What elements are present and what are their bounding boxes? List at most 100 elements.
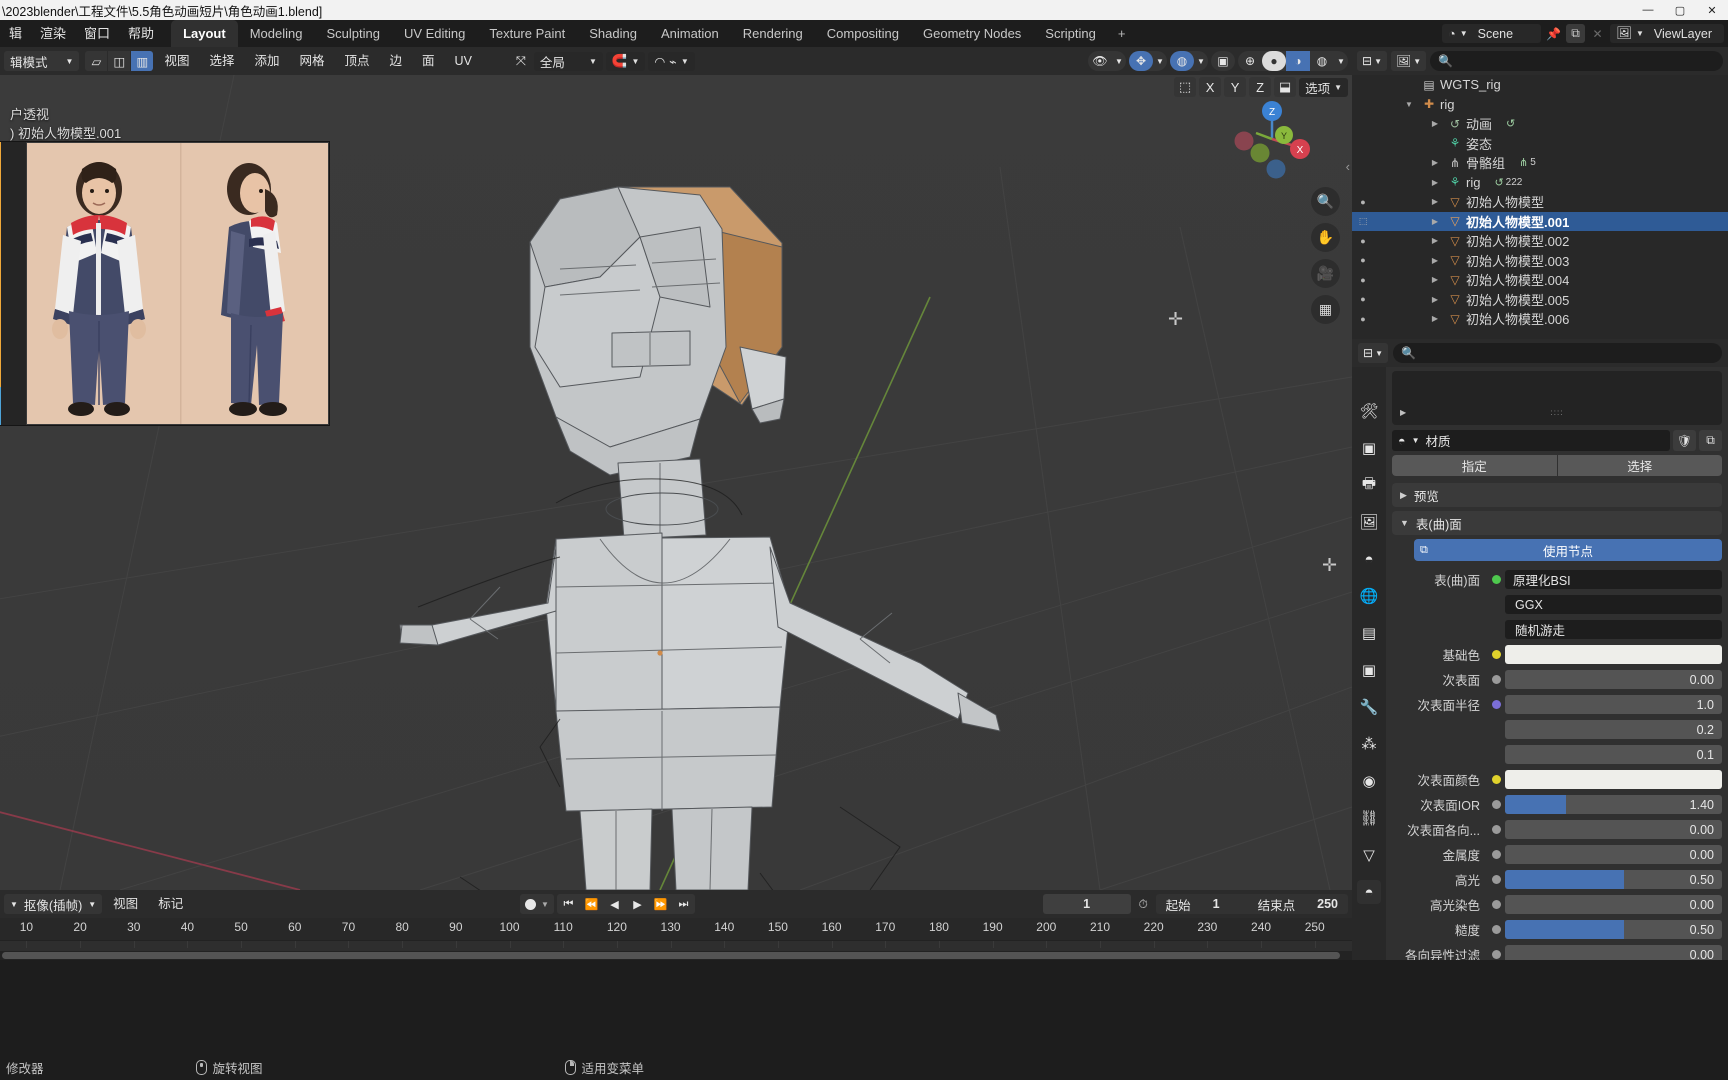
disclosure-triangle-icon[interactable]: ▶	[1426, 158, 1444, 167]
timeline-editor[interactable]: ▼ 抠像(插帧) ▼ 视图 标记 ▼ ⏮ ⏪ ◀ ▶ ⏩ ⏭ 1 ⏱ 起始 1 …	[0, 890, 1352, 960]
transform-pivot-icon[interactable]: ⤧	[511, 54, 531, 69]
outliner-row[interactable]: ▶ ↺ 动画 ↺	[1352, 114, 1728, 134]
outliner-row[interactable]: ▶ ⋔ 骨骼组 ⋔ 5	[1352, 153, 1728, 173]
render-tab[interactable]: ▣	[1357, 436, 1381, 460]
viewport-mode-selector[interactable]: 辑模式 ▼	[4, 51, 80, 71]
scene-selector[interactable]: ◔ ▼ Scene	[1442, 24, 1542, 43]
overlays-icon[interactable]: ◍	[1170, 51, 1194, 71]
preview-panel-header[interactable]: ▶ 预览	[1392, 483, 1722, 507]
timeline-editor-type-selector[interactable]: ▼ 抠像(插帧) ▼	[4, 894, 103, 914]
minimize-button[interactable]: —	[1632, 0, 1664, 20]
axis-x-button[interactable]: X	[1199, 77, 1222, 97]
timeline-horizontal-scrollbar[interactable]	[0, 951, 1352, 960]
physics-tab[interactable]: ◉	[1357, 769, 1381, 793]
workspace-tab-modeling[interactable]: Modeling	[238, 20, 315, 47]
pin-scene-icon[interactable]: 📌	[1544, 24, 1563, 43]
viewport-menu-uv[interactable]: UV	[446, 47, 481, 75]
fake-user-button[interactable]: 🛡	[1673, 430, 1696, 451]
rendered-shading-icon[interactable]: ◍	[1310, 51, 1334, 71]
properties-editor[interactable]: ⊟ ▼ 🔍 🛠 ▣ 🖶 🖼 ◓ 🌐 ▤ ▣ 🔧 ⁂ ◉ ⛓ ▽ ◓ ▶ :::: ◓ ▼	[1352, 339, 1728, 960]
workspace-tab-animation[interactable]: Animation	[649, 20, 731, 47]
solid-shading-icon[interactable]: ●	[1262, 51, 1286, 71]
output-tab[interactable]: 🖶	[1357, 473, 1381, 497]
subsurface-method-field[interactable]: 随机游走	[1505, 620, 1722, 639]
outliner-row[interactable]: ● ▶ ▽ 初始人物模型.004	[1352, 270, 1728, 290]
shader-socket-icon[interactable]	[1488, 775, 1505, 784]
disclosure-triangle-icon[interactable]: ▶	[1426, 217, 1444, 226]
select-button[interactable]: 选择	[1557, 455, 1722, 476]
scene-tab[interactable]: ◓	[1357, 547, 1381, 571]
next-keyframe-icon[interactable]: ⏩	[649, 898, 672, 911]
menu-edit[interactable]: 辑	[0, 20, 31, 47]
maximize-button[interactable]: ▢	[1664, 0, 1696, 20]
viewlayer-selector[interactable]: 🖼 ▼ ViewLayer	[1610, 24, 1724, 43]
timeline-menu-marker[interactable]: 标记	[149, 890, 192, 918]
shader-socket-icon[interactable]	[1488, 650, 1505, 659]
color-swatch-field[interactable]	[1505, 770, 1722, 789]
numeric-field[interactable]: 0.50	[1505, 870, 1722, 889]
toggle-orthographic-icon[interactable]: ▦	[1311, 295, 1340, 324]
workspace-tab-rendering[interactable]: Rendering	[731, 20, 815, 47]
wireframe-shading-icon[interactable]: ⊕	[1238, 51, 1262, 71]
xray-icon[interactable]: ▣	[1211, 51, 1235, 71]
jump-to-start-icon[interactable]: ⏮	[557, 898, 580, 911]
disclosure-triangle-icon[interactable]: ▶	[1426, 119, 1444, 128]
shader-socket-icon[interactable]	[1488, 900, 1505, 909]
outliner-editor-type-selector[interactable]: ⊟ ▼	[1357, 51, 1387, 71]
correct-face-attributes-icon[interactable]: ⬓	[1274, 77, 1297, 97]
constraint-tab[interactable]: ⛓	[1357, 806, 1381, 830]
viewport-menu-vertex[interactable]: 顶点	[336, 47, 379, 75]
menu-window[interactable]: 窗口	[75, 20, 119, 47]
material-name-field[interactable]: ◓ ▼ 材质	[1392, 430, 1670, 451]
axis-z-button[interactable]: Z	[1249, 77, 1272, 97]
viewport-sidebar-collapse-arrow[interactable]: ‹	[1346, 159, 1350, 174]
restrict-dot-icon[interactable]: ●	[1352, 236, 1374, 246]
outliner-row[interactable]: ▤ WGTS_rig	[1352, 75, 1728, 95]
numeric-field[interactable]: 0.00	[1505, 945, 1722, 960]
camera-view-icon[interactable]: 🎥	[1311, 259, 1340, 288]
3d-viewport[interactable]: 辑模式 ▼ ▱ ◫ ▥ 视图 选择 添加 网格 顶点 边 面 UV ⤧ 全局 ▼	[0, 47, 1352, 890]
outliner-row[interactable]: ▶ ⚘ rig ↺ 222	[1352, 173, 1728, 193]
outliner-row[interactable]: ⬚ ▶ ▽ 初始人物模型.001	[1352, 211, 1728, 231]
disclosure-triangle-icon[interactable]: ▶	[1426, 275, 1444, 284]
viewport-options-dropdown[interactable]: 选项 ▼	[1299, 77, 1348, 97]
viewport-menu-face[interactable]: 面	[413, 47, 444, 75]
gizmo-dropdown[interactable]: ✥ ▼	[1129, 51, 1167, 71]
vertex-select-mode-button[interactable]: ▱	[85, 51, 108, 71]
world-tab[interactable]: 🌐	[1357, 584, 1381, 608]
proportional-edit-toggle[interactable]: ◠ ⌁ ▼	[648, 51, 695, 71]
restrict-dot-icon[interactable]: ●	[1352, 294, 1374, 304]
new-scene-icon[interactable]: ⧉	[1566, 24, 1586, 43]
timeline-menu-view[interactable]: 视图	[104, 890, 147, 918]
data-tab[interactable]: ▽	[1357, 843, 1381, 867]
delete-scene-icon[interactable]: ✕	[1588, 24, 1607, 43]
restrict-dot-icon[interactable]: ●	[1352, 255, 1374, 265]
transform-orientation-selector[interactable]: 全局 ▼	[533, 51, 603, 71]
snap-toggle[interactable]: 🧲 ▼	[605, 51, 646, 71]
outliner-row[interactable]: ● ▶ ▽ 初始人物模型.003	[1352, 251, 1728, 271]
viewport-menu-select[interactable]: 选择	[200, 47, 243, 75]
shader-socket-icon[interactable]	[1488, 950, 1505, 959]
shader-socket-icon[interactable]	[1488, 925, 1505, 934]
viewport-menu-mesh[interactable]: 网格	[290, 47, 333, 75]
workspace-tab-layout[interactable]: Layout	[171, 20, 238, 47]
viewport-menu-add[interactable]: 添加	[245, 47, 288, 75]
numeric-field[interactable]: 1.40	[1505, 795, 1722, 814]
numeric-field[interactable]: 0.1	[1505, 745, 1722, 764]
workspace-tab-texture-paint[interactable]: Texture Paint	[477, 20, 577, 47]
properties-search-input[interactable]: 🔍	[1392, 343, 1722, 363]
material-slot-list[interactable]: ▶ ::::	[1392, 371, 1722, 425]
disclosure-triangle-icon[interactable]: ▼	[1400, 100, 1418, 109]
workspace-tab-uv-editing[interactable]: UV Editing	[392, 20, 477, 47]
resize-grip-icon[interactable]: ::::	[1551, 408, 1564, 417]
face-select-mode-button[interactable]: ▥	[131, 51, 154, 71]
numeric-field[interactable]: 0.00	[1505, 820, 1722, 839]
material-tab[interactable]: ◓	[1357, 880, 1381, 904]
object-tab[interactable]: ▣	[1357, 658, 1381, 682]
particles-tab[interactable]: ⁂	[1357, 732, 1381, 756]
numeric-field[interactable]: 0.50	[1505, 920, 1722, 939]
close-button[interactable]: ✕	[1696, 0, 1728, 20]
viewport-menu-view[interactable]: 视图	[155, 47, 198, 75]
select-through-icon[interactable]: ⬚	[1174, 77, 1197, 97]
viewlayer-tab[interactable]: 🖼	[1357, 510, 1381, 534]
